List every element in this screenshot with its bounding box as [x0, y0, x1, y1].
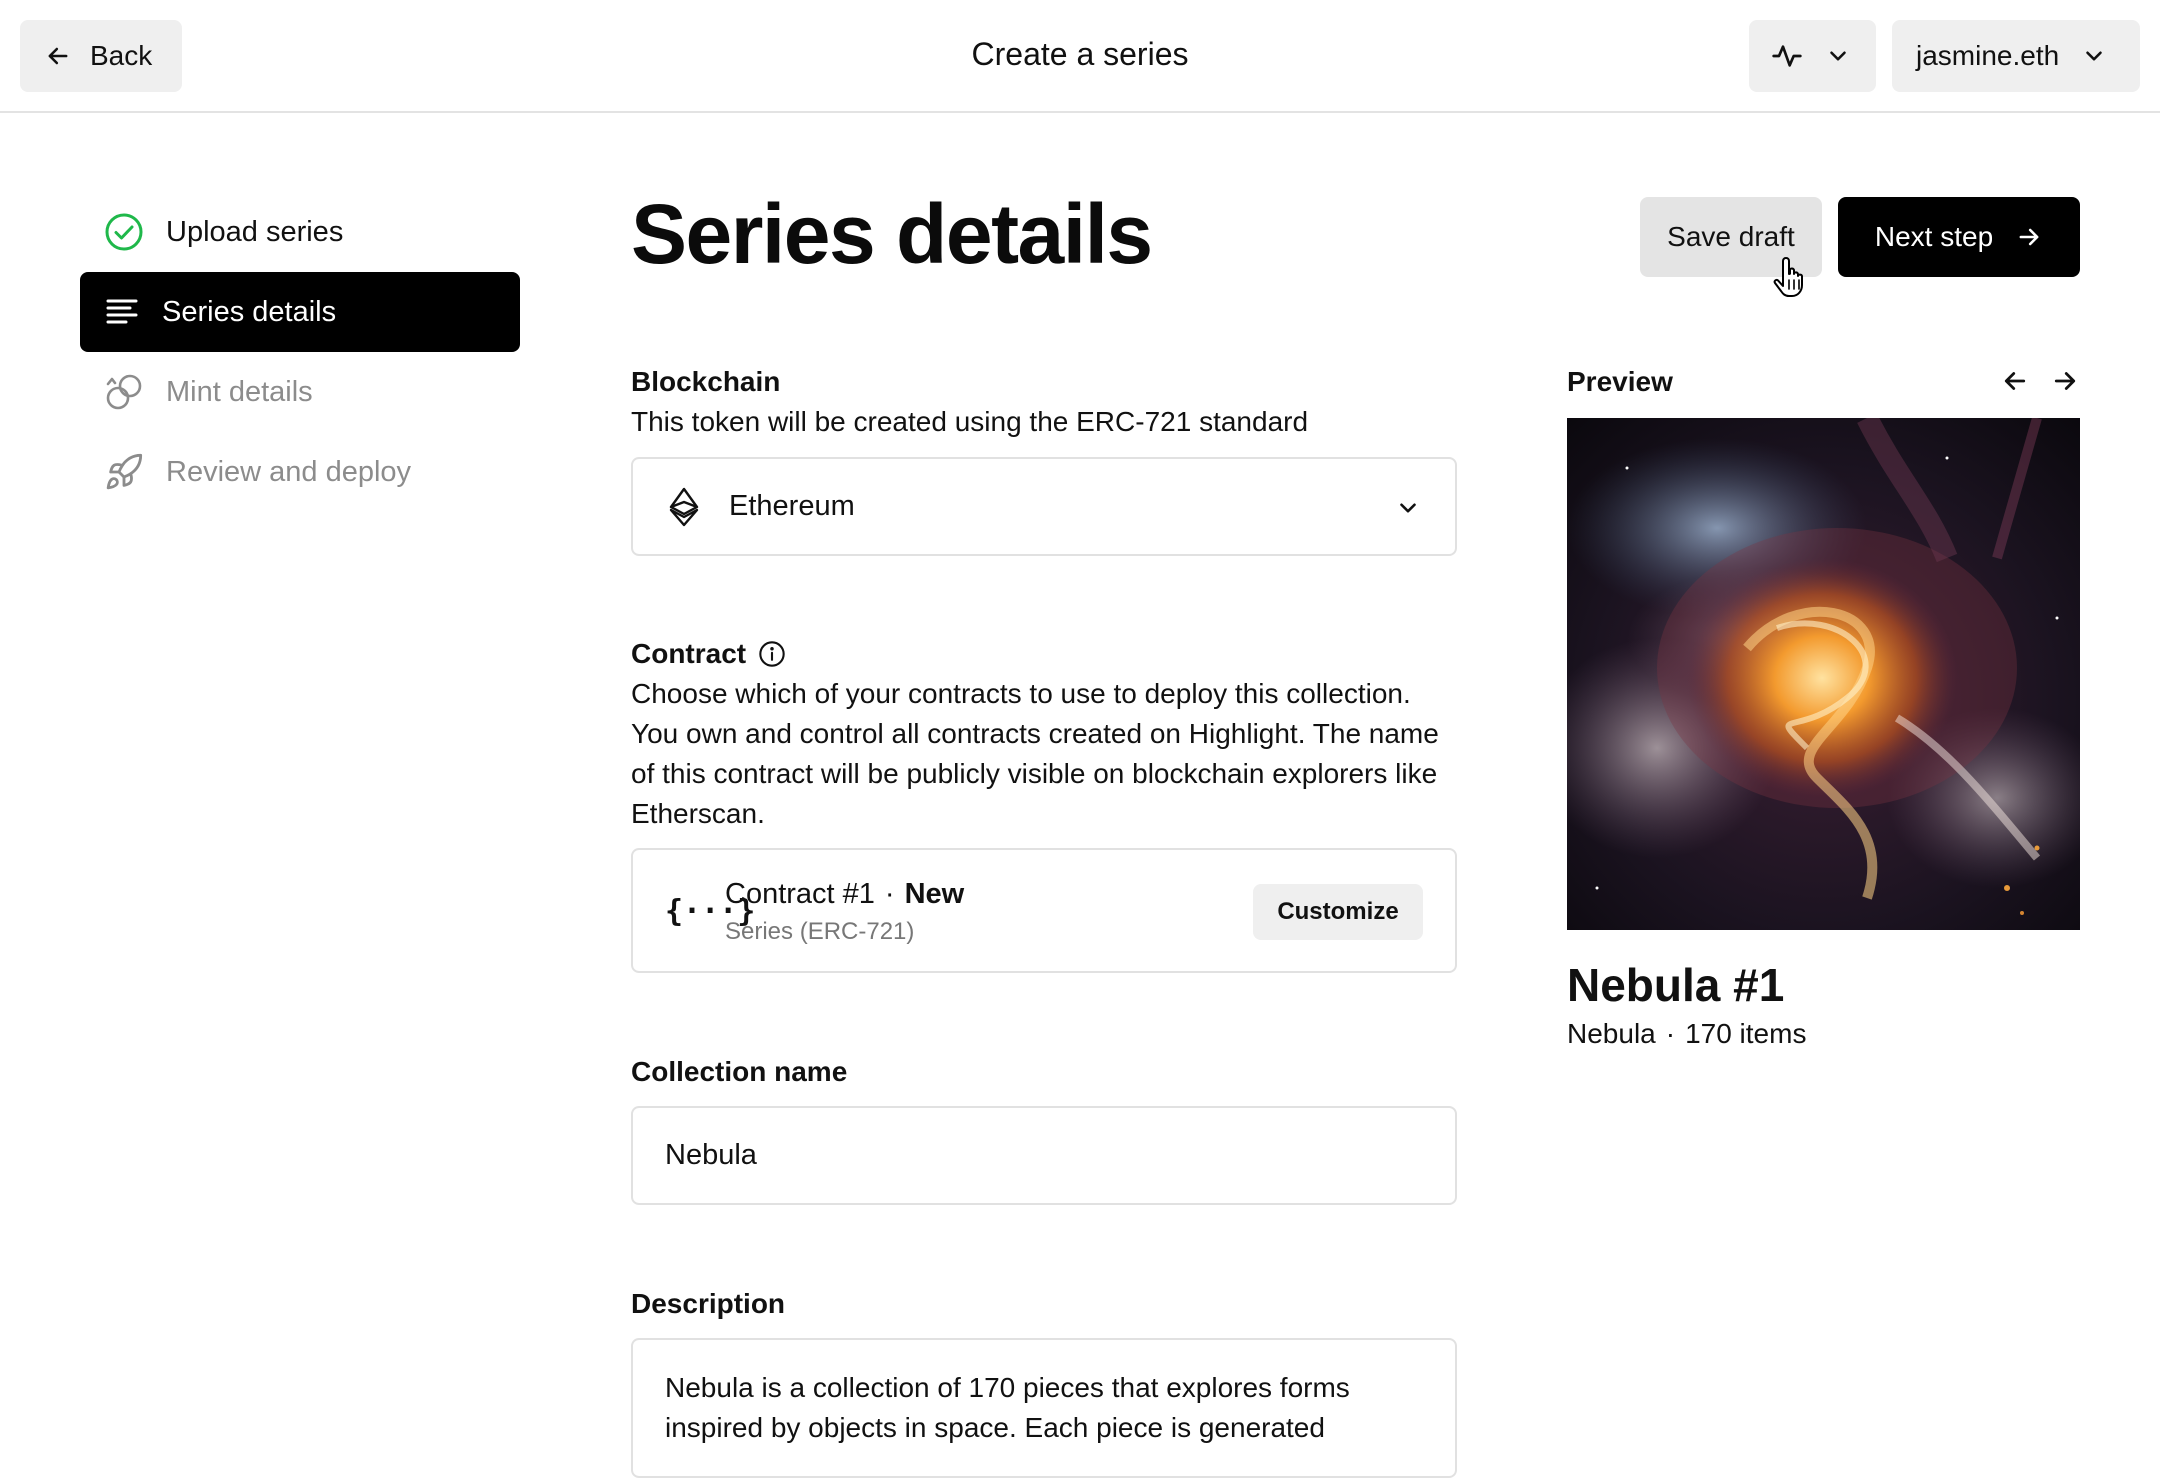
lines-icon [106, 299, 138, 324]
contract-card[interactable]: {···} Contract #1 · New Series (ERC-721)… [631, 848, 1457, 973]
top-bar: Back Create a series jasmine.eth [0, 0, 2160, 113]
blockchain-select[interactable]: Ethereum [631, 457, 1457, 556]
contract-description: Choose which of your contracts to use to… [631, 678, 1439, 829]
contract-label-row: Contract [631, 638, 786, 670]
preview-meta: Nebula · 170 items [1567, 1018, 1806, 1050]
description-label: Description [631, 1288, 786, 1319]
sidebar-item-series-details[interactable]: Series details [80, 272, 520, 352]
preview-collection: Nebula [1567, 1018, 1656, 1049]
coins-icon [106, 374, 142, 410]
ethereum-icon [669, 487, 699, 526]
activity-menu-button[interactable] [1749, 20, 1876, 92]
preview-artwork-image [1567, 418, 2080, 930]
account-menu-button[interactable]: jasmine.eth [1892, 20, 2140, 92]
blockchain-description: This token will be created using the ERC… [631, 406, 1309, 437]
collection-name-label: Collection name [631, 1056, 848, 1087]
contract-title: Contract #1 · New [725, 878, 964, 911]
page-title: Series details [631, 187, 1153, 281]
info-icon[interactable] [758, 640, 786, 668]
sidebar-item-label: Upload series [166, 215, 344, 248]
chevron-down-icon [1830, 51, 1846, 61]
sidebar-item-label: Series details [162, 295, 337, 328]
preview-count: 170 items [1685, 1018, 1807, 1049]
customize-button[interactable]: Customize [1253, 884, 1423, 940]
rocket-icon [106, 453, 143, 490]
activity-icon [1772, 45, 1802, 67]
sidebar-item-mint-details[interactable]: Mint details [80, 352, 520, 432]
contract-name: Contract #1 [725, 878, 875, 910]
hand-cursor-icon [1773, 257, 1803, 297]
preview-separator: · [1665, 1018, 1676, 1049]
sidebar-item-label: Mint details [166, 375, 313, 408]
next-step-button[interactable]: Next step [1838, 197, 2080, 277]
contract-type: Series (ERC-721) [725, 918, 915, 945]
preview-token-name: Nebula #1 [1567, 959, 1785, 1011]
chevron-down-icon [2086, 51, 2102, 61]
chevron-down-icon [1400, 503, 1416, 513]
contract-status: New [904, 878, 965, 910]
collection-name-input[interactable]: Nebula [631, 1106, 1457, 1205]
blockchain-selected-value: Ethereum [729, 490, 855, 522]
contract-separator: · [884, 878, 895, 910]
sidebar-item-label: Review and deploy [166, 455, 412, 488]
arrow-right-icon [2019, 228, 2039, 246]
sidebar-item-review-and-deploy[interactable]: Review and deploy [80, 432, 520, 512]
description-textarea[interactable]: Nebula is a collection of 170 pieces tha… [631, 1338, 1457, 1478]
sidebar-item-upload-series[interactable]: Upload series [80, 192, 520, 272]
contract-label: Contract [631, 638, 747, 669]
arrow-right-icon[interactable] [2050, 366, 2080, 396]
next-step-label: Next step [1874, 221, 1994, 252]
arrow-left-icon[interactable] [2000, 366, 2030, 396]
check-circle-icon [105, 213, 143, 251]
preview-label: Preview [1567, 366, 1673, 397]
account-label: jasmine.eth [1916, 40, 2060, 71]
blockchain-label: Blockchain [631, 366, 781, 397]
